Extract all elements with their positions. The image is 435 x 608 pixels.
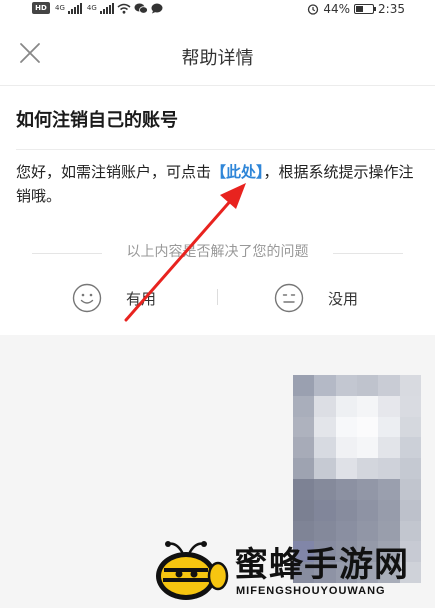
status-left: HD 4G 4G [32, 2, 163, 14]
mosaic-tile [378, 416, 400, 438]
mosaic-tile [378, 499, 400, 521]
mosaic-tile [357, 437, 379, 459]
mosaic-tile [335, 395, 357, 417]
feedback-question: 以上内容是否解决了您的问题 [0, 241, 435, 265]
wifi-icon [117, 3, 131, 14]
mosaic-tile [314, 395, 336, 417]
hd-badge: HD [32, 2, 50, 14]
mosaic-tile [335, 499, 357, 521]
message-icon [151, 3, 163, 13]
mosaic-tile [357, 478, 379, 500]
mosaic-tile [335, 478, 357, 500]
article-body-text: 您好，如需注销账户，可点击 [16, 163, 212, 181]
bee-logo-icon [156, 541, 229, 600]
wechat-icon [134, 3, 148, 14]
mosaic-tile [378, 375, 400, 396]
mosaic-tile [378, 395, 400, 417]
useful-label: 有用 [126, 289, 157, 308]
mosaic-tile [335, 375, 357, 396]
mosaic-tile [314, 458, 336, 479]
mosaic-tile [399, 416, 421, 438]
mosaic-tile [293, 395, 315, 417]
mosaic-tile [399, 437, 421, 459]
mosaic-tile [399, 458, 421, 479]
mosaic-tile [357, 395, 379, 417]
mosaic-tile [293, 437, 315, 459]
watermark-text: 蜜蜂手游网 [234, 545, 409, 585]
useless-label: 没用 [328, 289, 359, 308]
feedback-separator [217, 289, 218, 305]
battery-percent: 44% [323, 2, 351, 16]
mosaic-tile [357, 375, 379, 396]
status-right: 44% 2:35 [307, 2, 405, 16]
network-type: 4G [55, 4, 65, 12]
mosaic-tile [293, 478, 315, 500]
divider [16, 149, 435, 150]
article-title: 如何注销自己的账号 [16, 110, 178, 131]
delete-account-link[interactable]: 【此处】 [211, 163, 264, 181]
mosaic-tile [399, 375, 421, 396]
mosaic-tile [314, 437, 336, 459]
page-title: 帮助详情 [181, 48, 254, 69]
smile-icon [72, 283, 102, 313]
status-bar: HD 4G 4G 44% 2:35 [0, 0, 435, 20]
mosaic-tile [335, 416, 357, 438]
useless-button[interactable]: 没用 [274, 281, 358, 315]
mosaic-tile [399, 478, 421, 500]
mosaic-tile [357, 499, 379, 521]
mosaic-tile [314, 499, 336, 521]
mosaic-tile [357, 416, 379, 438]
mosaic-tile [357, 458, 379, 479]
header-bar: 帮助详情 [0, 20, 435, 86]
mosaic-tile [293, 499, 315, 521]
mosaic-tile [293, 416, 315, 438]
mosaic-tile [314, 478, 336, 500]
signal-icon-2 [99, 2, 114, 14]
mosaic-tile [378, 458, 400, 479]
watermark-subtext: MIFENGSHOUYOUWANG [236, 585, 386, 597]
mosaic-tile [378, 437, 400, 459]
mosaic-tile [314, 375, 336, 396]
network-type-2: 4G [86, 4, 97, 12]
neutral-face-icon [274, 283, 304, 313]
battery-fill [356, 6, 363, 12]
battery-icon [354, 4, 377, 14]
signal-icon [67, 2, 82, 14]
clock: 2:35 [378, 2, 405, 16]
mosaic-tile [293, 375, 315, 396]
alarm-icon [308, 4, 319, 15]
mosaic-tile [335, 458, 357, 479]
article-body: 您好，如需注销账户，可点击【此处】，根据系统提示操作注销哦。 [16, 160, 416, 208]
mosaic-tile [399, 395, 421, 417]
mosaic-tile [399, 499, 421, 521]
useful-button[interactable]: 有用 [72, 281, 156, 315]
mosaic-tile [378, 478, 400, 500]
mosaic-tile [314, 416, 336, 438]
mosaic-tile [335, 437, 357, 459]
mosaic-tile [293, 458, 315, 479]
